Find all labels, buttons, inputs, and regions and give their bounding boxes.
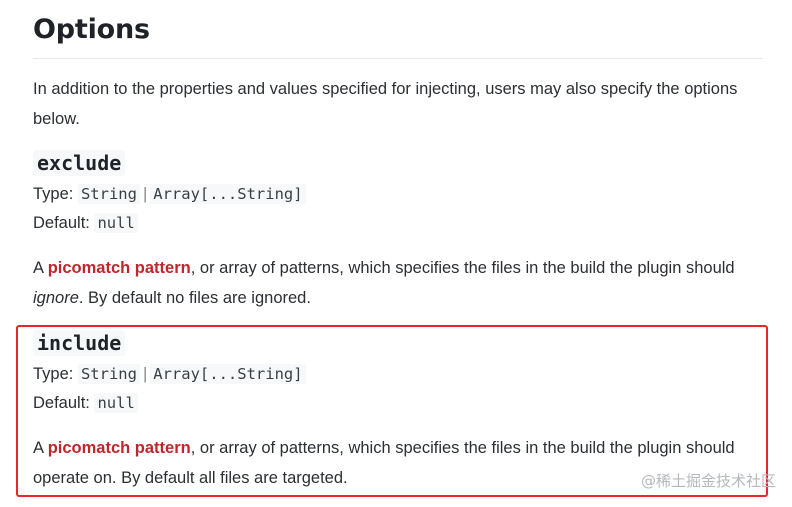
option-default-exclude: Default: null bbox=[33, 213, 138, 233]
default-value: null bbox=[94, 213, 138, 233]
heading-divider bbox=[33, 58, 763, 59]
desc-emphasis: ignore bbox=[33, 288, 79, 307]
default-label: Default: bbox=[33, 214, 90, 232]
option-description-exclude: A picomatch pattern, or array of pattern… bbox=[33, 254, 763, 313]
option-type-exclude: Type: String | Array[...String] bbox=[33, 184, 306, 204]
page-title: Options bbox=[33, 14, 150, 45]
type-value-array: Array[...String] bbox=[150, 184, 306, 204]
intro-paragraph: In addition to the properties and values… bbox=[33, 80, 738, 128]
desc-prefix: A bbox=[33, 259, 48, 277]
picomatch-link[interactable]: picomatch pattern bbox=[48, 259, 191, 277]
desc-middle: , or array of patterns, which specifies … bbox=[190, 259, 735, 277]
watermark: @稀土掘金技术社区 bbox=[640, 472, 776, 490]
desc-suffix: . By default no files are ignored. bbox=[78, 288, 311, 307]
option-title-exclude: exclude bbox=[33, 150, 126, 176]
type-separator: | bbox=[142, 185, 148, 203]
type-label: Type: bbox=[33, 185, 74, 203]
type-value-string: String bbox=[77, 184, 140, 204]
